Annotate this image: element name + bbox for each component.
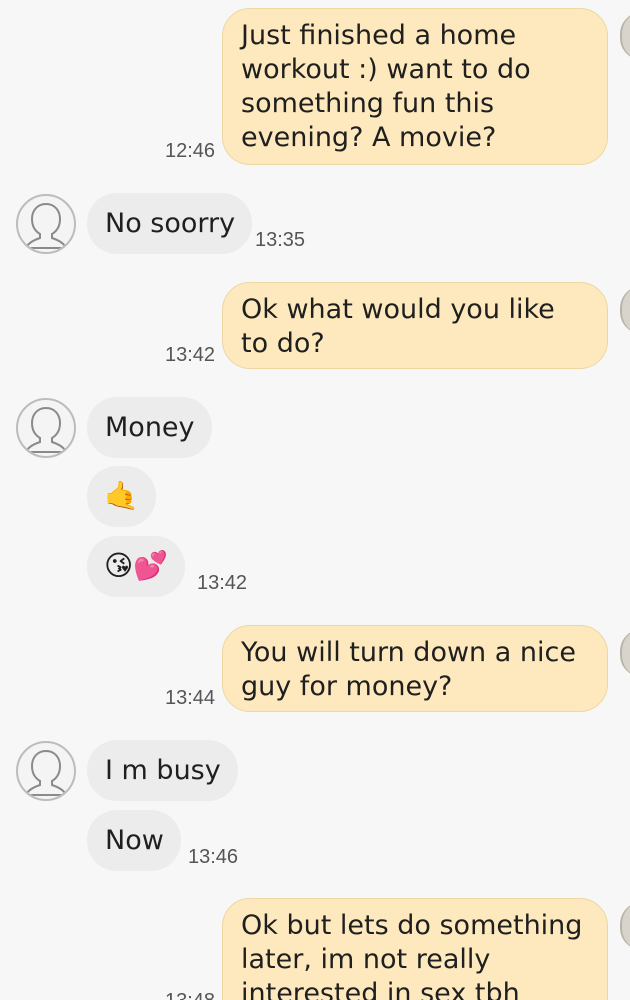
sender-avatar-edge <box>620 286 630 334</box>
incoming-message[interactable]: Now <box>87 810 181 871</box>
call-me-hand-emoji-icon: 🤙 <box>104 479 139 512</box>
sender-avatar-edge <box>620 12 630 60</box>
contact-avatar[interactable] <box>16 194 76 254</box>
message-timestamp: 13:48 <box>165 990 215 1000</box>
incoming-emoji-message[interactable]: 🤙 <box>87 466 156 527</box>
outgoing-message[interactable]: Ok what would you like to do? <box>222 282 608 369</box>
kiss-face-hearts-emoji-icon: 😘💕 <box>104 549 169 582</box>
incoming-message[interactable]: I m busy <box>87 740 238 801</box>
incoming-message[interactable]: No soorry <box>87 193 253 254</box>
contact-avatar[interactable] <box>16 398 76 458</box>
message-timestamp: 13:42 <box>197 572 248 594</box>
message-timestamp: 13:35 <box>255 229 306 251</box>
message-timestamp: 13:46 <box>188 846 239 868</box>
sender-avatar-edge <box>620 902 630 950</box>
person-silhouette-icon <box>24 749 68 796</box>
message-timestamp: 13:44 <box>165 687 216 709</box>
person-silhouette-icon <box>24 202 68 249</box>
outgoing-message[interactable]: Just finished a home workout :) want to … <box>222 8 608 165</box>
message-timestamp: 12:46 <box>165 140 216 162</box>
outgoing-message[interactable]: Ok but lets do something later, im not r… <box>222 898 608 1000</box>
outgoing-message[interactable]: You will turn down a nice guy for money? <box>222 625 608 712</box>
sender-avatar-edge <box>620 629 630 677</box>
contact-avatar[interactable] <box>16 741 76 801</box>
person-silhouette-icon <box>24 406 68 453</box>
incoming-emoji-message[interactable]: 😘💕 <box>87 536 186 597</box>
incoming-message[interactable]: Money <box>87 397 212 458</box>
message-timestamp: 13:42 <box>165 344 216 366</box>
